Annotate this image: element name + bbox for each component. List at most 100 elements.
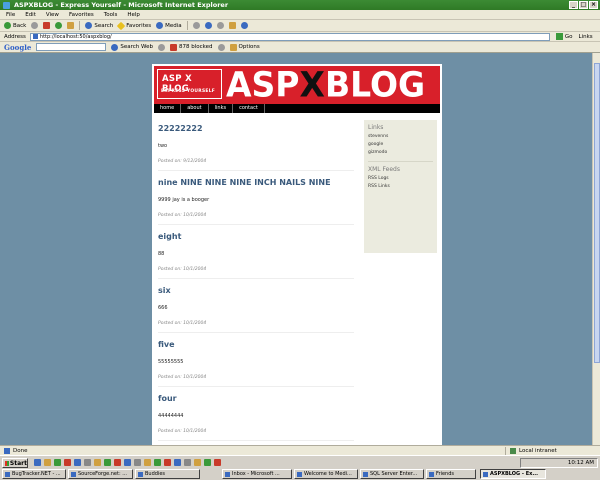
go-button[interactable]: Go (555, 33, 573, 40)
task-button[interactable]: Friends (426, 469, 476, 479)
minimize-button[interactable]: _ (569, 1, 578, 9)
quicklaunch-app-icon[interactable] (104, 459, 111, 466)
quicklaunch-app-icon[interactable] (154, 459, 161, 466)
quicklaunch-app-icon[interactable] (164, 459, 171, 466)
quicklaunch-app-icon[interactable] (204, 459, 211, 466)
blog-nav: home about links contact (154, 104, 440, 113)
menu-help[interactable]: Help (127, 12, 140, 18)
quicklaunch-app-icon[interactable] (144, 459, 151, 466)
sidebar-link[interactable]: stevenns (368, 133, 433, 141)
page-done-icon (4, 447, 10, 454)
back-button[interactable]: Back (4, 22, 26, 29)
post-title[interactable]: eight (158, 232, 354, 241)
task-button-active[interactable]: ASPXBLOG - Ex... (480, 469, 546, 479)
forward-button[interactable] (31, 22, 39, 29)
nav-contact[interactable]: contact (233, 104, 265, 113)
post-title[interactable]: 22222222 (158, 124, 354, 133)
close-button[interactable]: × (589, 1, 598, 9)
post-title[interactable]: four (158, 394, 354, 403)
post-body: two (158, 143, 168, 149)
task-icon (225, 471, 230, 477)
blog-page: ASP X BLOG EXPRESS YOURSELF ASPXBLOG hom… (152, 64, 442, 445)
google-search-input[interactable] (36, 43, 107, 51)
standard-toolbar: Back Search Favorites Media (0, 20, 600, 32)
post-body: 55555555 (158, 359, 184, 365)
task-icon (429, 471, 434, 477)
clock[interactable]: 10:12 AM (568, 460, 594, 466)
quicklaunch-desktop-icon[interactable] (44, 459, 51, 466)
quicklaunch-app-icon[interactable] (124, 459, 131, 466)
address-label: Address (4, 33, 26, 40)
post-date: Posted on: 10/1/2004 (158, 267, 354, 279)
post-date: Posted on: 9/12/2004 (158, 159, 354, 171)
task-label: SQL Server Enter... (370, 471, 418, 477)
autofill-icon[interactable] (217, 43, 225, 51)
post-title[interactable]: nine NINE NINE NINE INCH NAILS NINE (158, 178, 354, 187)
media-icon (156, 22, 164, 29)
links-button[interactable]: Links (579, 34, 593, 40)
feeds-heading: XML Feeds (368, 166, 400, 173)
quicklaunch-app-icon[interactable] (214, 459, 221, 466)
search-button[interactable]: Search (85, 22, 113, 29)
window-title-bar[interactable]: ASPXBLOG - Express Yourself - Microsoft … (0, 0, 600, 10)
menu-file[interactable]: File (6, 12, 15, 18)
page-rank-icon[interactable] (157, 43, 165, 51)
window-title: ASPXBLOG - Express Yourself - Microsoft … (14, 1, 229, 9)
favorites-button[interactable]: Favorites (117, 21, 151, 30)
search-web-button[interactable]: Search Web (111, 43, 153, 51)
menu-favorites[interactable]: Favorites (69, 12, 94, 18)
quicklaunch-app-icon[interactable] (74, 459, 81, 466)
refresh-button[interactable] (55, 22, 63, 29)
print-button[interactable] (216, 22, 224, 29)
task-button[interactable]: Inbox - Microsoft ... (222, 469, 292, 479)
quicklaunch-app-icon[interactable] (54, 459, 61, 466)
menu-edit[interactable]: Edit (25, 12, 36, 18)
mail-button[interactable] (204, 22, 212, 29)
quicklaunch-app-icon[interactable] (184, 459, 191, 466)
task-button[interactable]: Welcome to Medi... (294, 469, 358, 479)
page-icon (32, 34, 38, 39)
nav-about[interactable]: about (181, 104, 209, 113)
task-button[interactable]: BugTracker.NET - ... (2, 469, 66, 479)
menu-view[interactable]: View (46, 12, 59, 18)
task-button[interactable]: SourceForge.net: ... (68, 469, 133, 479)
post-title[interactable]: five (158, 340, 354, 349)
blog-logo[interactable]: ASP X BLOG EXPRESS YOURSELF (157, 69, 222, 99)
popup-blocker-button[interactable]: 878 blocked (169, 43, 213, 51)
edit-button[interactable] (228, 22, 236, 29)
options-icon (229, 43, 237, 51)
media-button[interactable]: Media (156, 22, 182, 29)
quicklaunch-app-icon[interactable] (64, 459, 71, 466)
rss-logs-link[interactable]: RSS Logs (368, 175, 433, 183)
maximize-button[interactable]: □ (579, 1, 588, 9)
scrollbar-thumb[interactable] (594, 63, 600, 363)
google-logo[interactable]: Google (4, 43, 31, 52)
task-button[interactable]: Buddies (135, 469, 200, 479)
vertical-scrollbar[interactable] (592, 53, 600, 445)
quicklaunch-app-icon[interactable] (134, 459, 141, 466)
quicklaunch-app-icon[interactable] (114, 459, 121, 466)
messenger-button[interactable] (240, 22, 248, 29)
post-body: 88 (158, 251, 165, 257)
system-tray: 10:12 AM (520, 458, 598, 468)
nav-home[interactable]: home (154, 104, 182, 113)
address-input[interactable]: http://localhost:50/aspxblog/ (29, 32, 550, 41)
quicklaunch-app-icon[interactable] (174, 459, 181, 466)
sidebar-link[interactable]: google (368, 141, 433, 149)
sidebar-link[interactable]: gizmodo (368, 149, 433, 157)
options-button[interactable]: Options (229, 43, 260, 51)
nav-links[interactable]: links (209, 104, 234, 113)
quicklaunch-ie-icon[interactable] (34, 459, 41, 466)
task-button[interactable]: SQL Server Enter... (360, 469, 424, 479)
quicklaunch-app-icon[interactable] (94, 459, 101, 466)
start-button[interactable]: Start (2, 458, 28, 468)
history-button[interactable] (192, 22, 200, 29)
toolbar-separator (79, 21, 81, 30)
rss-links-link[interactable]: RSS Links (368, 183, 433, 191)
home-button[interactable] (67, 22, 75, 29)
quicklaunch-app-icon[interactable] (194, 459, 201, 466)
quicklaunch-app-icon[interactable] (84, 459, 91, 466)
stop-button[interactable] (43, 22, 51, 29)
menu-tools[interactable]: Tools (104, 12, 118, 18)
post-title[interactable]: six (158, 286, 354, 295)
